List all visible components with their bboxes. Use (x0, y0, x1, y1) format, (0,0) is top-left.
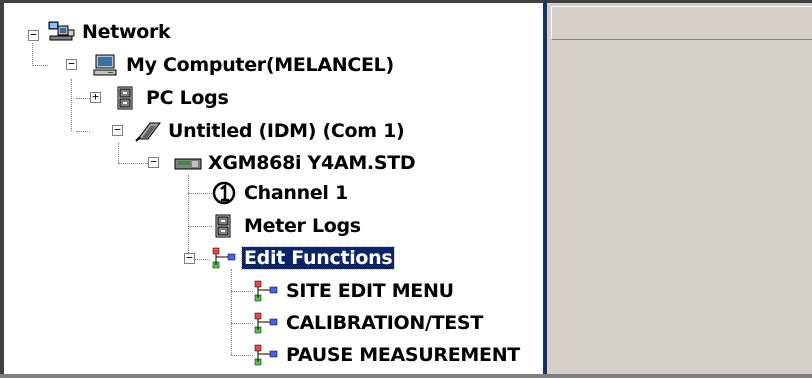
tree-node-meter[interactable]: XGM868i Y4AM.STD (174, 151, 417, 175)
tree-pane[interactable]: − Network − My Computer(MELANCEL) + PC L… (0, 0, 547, 378)
function-tree-icon (252, 343, 280, 367)
log-cabinet-icon (112, 86, 140, 110)
tree-node-pc-logs[interactable]: PC Logs (112, 86, 230, 110)
tree-node-site-edit-menu[interactable]: SITE EDIT MENU (252, 279, 456, 303)
tree-label: Network (82, 21, 171, 43)
tree-connector (231, 269, 232, 355)
function-tree-icon (252, 279, 280, 303)
tree-label: PC Logs (146, 87, 229, 109)
collapse-untitled-button[interactable]: − (112, 124, 123, 136)
collapse-computer-button[interactable]: − (66, 58, 77, 70)
function-tree-icon (252, 311, 280, 335)
collapse-meter-button[interactable]: − (148, 156, 159, 168)
tree-label: CALIBRATION/TEST (286, 312, 483, 334)
detail-pane (547, 0, 812, 378)
tree-connector (194, 259, 210, 260)
tree-label: Untitled (IDM) (Com 1) (168, 120, 405, 142)
expand-pc-logs-button[interactable]: + (90, 91, 101, 103)
tree-connector (231, 355, 253, 356)
serial-cable-icon (134, 119, 162, 143)
tree-label: Meter Logs (244, 215, 361, 237)
tree-connector (32, 43, 33, 64)
tree-node-my-computer[interactable]: My Computer(MELANCEL) (92, 53, 396, 77)
tree-connector (32, 65, 48, 66)
tree-node-untitled-idm[interactable]: Untitled (IDM) (Com 1) (134, 119, 406, 143)
network-icon (48, 20, 76, 44)
tree-node-meter-logs[interactable]: Meter Logs (210, 214, 363, 238)
tree-node-calibration-test[interactable]: CALIBRATION/TEST (252, 311, 485, 335)
function-tree-icon (210, 246, 238, 270)
computer-icon (92, 53, 120, 77)
tree-connector (76, 98, 90, 99)
tree-connector (118, 163, 150, 164)
collapse-network-button[interactable]: − (28, 29, 39, 41)
log-cabinet-icon (210, 214, 238, 238)
tree-connector (188, 226, 212, 227)
tree-connector (231, 323, 253, 324)
tree-label: Edit Functions (240, 246, 396, 270)
meter-device-icon (174, 151, 202, 175)
tree-connector (188, 175, 189, 259)
tree-node-edit-functions[interactable]: Edit Functions (210, 246, 396, 270)
tree-connector (118, 143, 119, 163)
collapse-edit-functions-button[interactable]: − (184, 252, 195, 264)
tree-connector (71, 79, 72, 131)
tree-connector (76, 131, 90, 132)
tree-label: SITE EDIT MENU (286, 280, 454, 302)
tree-node-channel-1[interactable]: Channel 1 (210, 181, 350, 205)
tree-node-network[interactable]: Network (48, 20, 172, 44)
tree-label: PAUSE MEASUREMENT (286, 344, 520, 366)
tree-label: Channel 1 (244, 182, 348, 204)
tree-label: XGM868i Y4AM.STD (208, 152, 416, 174)
tree-label: My Computer(MELANCEL) (126, 54, 394, 76)
tree-connector (231, 291, 253, 292)
detail-pane-header (551, 6, 812, 40)
tree-node-pause-measurement[interactable]: PAUSE MEASUREMENT (252, 343, 522, 367)
window-bottom-edge (0, 374, 812, 378)
tree-connector (188, 193, 212, 194)
channel-one-icon (210, 181, 238, 205)
